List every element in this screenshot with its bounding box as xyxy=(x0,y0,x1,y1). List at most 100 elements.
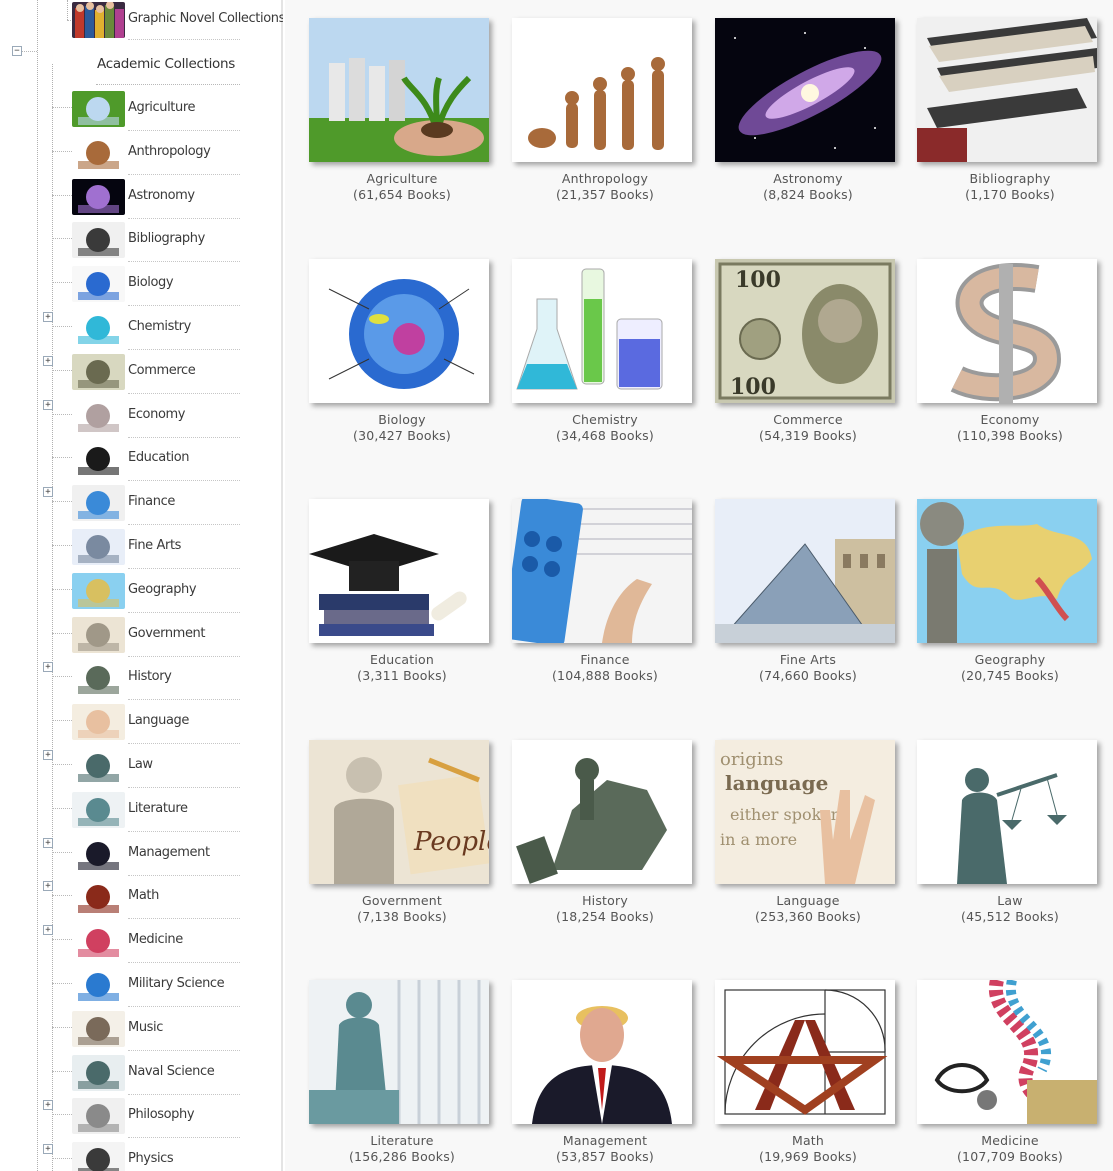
collection-title[interactable]: Fine Arts xyxy=(715,652,901,667)
expand-economy-toggle[interactable]: + xyxy=(43,399,53,410)
anthropology-image[interactable] xyxy=(512,18,692,162)
collection-title[interactable]: History xyxy=(512,893,698,908)
chemistry-image[interactable] xyxy=(512,259,692,403)
collection-title[interactable]: Agriculture xyxy=(309,171,495,186)
collection-book-count: (107,709 Books) xyxy=(956,1149,1064,1164)
tree-branch xyxy=(52,983,72,984)
expand-history-toggle[interactable]: + xyxy=(43,662,53,673)
tree-branch xyxy=(52,676,72,678)
tree-item-physics[interactable]: Physics xyxy=(72,1138,240,1171)
collection-title[interactable]: Biology xyxy=(309,412,495,427)
tree-item-commerce[interactable]: Commerce xyxy=(72,350,240,394)
tree-item-geography[interactable]: Geography xyxy=(72,569,240,613)
tree-item-education[interactable]: Education xyxy=(72,437,240,482)
fine-arts-image[interactable] xyxy=(715,499,895,643)
tree-branch xyxy=(52,1158,72,1160)
expand-law-toggle[interactable]: + xyxy=(43,750,53,760)
collections-tree: − Graphic Novel Collections Academic Col… xyxy=(0,0,283,1171)
tree-item-agriculture[interactable]: Agriculture xyxy=(72,87,240,131)
collection-title[interactable]: Bibliography xyxy=(917,171,1103,186)
tree-branch xyxy=(52,851,72,853)
law-image[interactable] xyxy=(917,740,1097,884)
collection-title[interactable]: Government xyxy=(309,893,495,908)
collapse-section-toggle[interactable]: − xyxy=(12,46,22,56)
collection-title[interactable]: Chemistry xyxy=(512,412,698,427)
tree-item-naval-science[interactable]: Naval Science xyxy=(72,1051,240,1095)
collection-title[interactable]: Education xyxy=(309,652,495,667)
tree-item-math[interactable]: Math xyxy=(72,875,240,920)
expand-management-toggle[interactable]: + xyxy=(43,837,53,848)
management-image[interactable] xyxy=(512,980,692,1124)
expand-philosophy-toggle[interactable]: + xyxy=(43,1100,53,1111)
collection-title[interactable]: Medicine xyxy=(917,1133,1103,1148)
collection-title[interactable]: Math xyxy=(715,1133,901,1148)
tree-item-management[interactable]: Management xyxy=(72,832,240,876)
collection-title[interactable]: Anthropology xyxy=(512,171,698,186)
tree-item-bibliography[interactable]: Bibliography xyxy=(72,218,240,263)
tree-item-literature[interactable]: Literature xyxy=(72,788,240,832)
expand-medicine-toggle[interactable]: + xyxy=(43,925,53,936)
literature-illustration xyxy=(309,980,489,1124)
tree-item-label: Bibliography xyxy=(128,231,205,247)
agriculture-image[interactable] xyxy=(309,18,489,162)
expand-physics-toggle[interactable]: + xyxy=(43,1144,53,1155)
collection-title[interactable]: Language xyxy=(715,893,901,908)
collection-title[interactable]: Management xyxy=(512,1133,698,1148)
tree-branch xyxy=(52,457,72,459)
language-thumbnail xyxy=(72,704,125,741)
tree-item-economy[interactable]: Economy xyxy=(72,394,240,438)
collection-title[interactable]: Law xyxy=(917,893,1103,908)
graphic-novel-thumbnail xyxy=(72,2,125,38)
tree-item-finance[interactable]: Finance xyxy=(72,481,240,526)
tree-item-language[interactable]: Language xyxy=(72,700,240,745)
tree-item-medicine[interactable]: Medicine xyxy=(72,919,240,964)
commerce-illustration: 100 100 xyxy=(715,259,895,403)
bibliography-image[interactable] xyxy=(917,18,1097,162)
tree-item-history[interactable]: History xyxy=(72,656,240,701)
expand-math-toggle[interactable]: + xyxy=(43,881,53,892)
expand-commerce-toggle[interactable]: + xyxy=(43,355,53,366)
biology-image[interactable] xyxy=(309,259,489,403)
finance-image[interactable] xyxy=(512,499,692,643)
tree-item-label: Philosophy xyxy=(128,1107,195,1123)
math-image[interactable] xyxy=(715,980,895,1124)
tree-item-fine-arts[interactable]: Fine Arts xyxy=(72,525,240,569)
collection-title[interactable]: Geography xyxy=(917,652,1103,667)
collection-title[interactable]: Finance xyxy=(512,652,698,667)
tree-item-law[interactable]: Law xyxy=(72,744,240,788)
education-image[interactable] xyxy=(309,499,489,643)
tree-item-graphic-novel[interactable]: Graphic Novel Collections xyxy=(72,0,283,40)
tree-item-chemistry[interactable]: Chemistry xyxy=(72,306,240,350)
collection-title[interactable]: Literature xyxy=(309,1133,495,1148)
agriculture-thumbnail xyxy=(72,91,125,127)
tree-item-astronomy[interactable]: Astronomy xyxy=(72,175,240,219)
government-image[interactable]: People xyxy=(309,740,489,884)
language-image[interactable]: origins language either spoken in a more xyxy=(715,740,895,884)
tree-item-government[interactable]: Government xyxy=(72,613,240,657)
geography-image[interactable] xyxy=(917,499,1097,643)
history-image[interactable] xyxy=(512,740,692,884)
tree-item-label: Finance xyxy=(128,494,175,510)
tree-item-label: Fine Arts xyxy=(128,538,182,553)
expand-chemistry-toggle[interactable]: + xyxy=(43,312,53,322)
tree-item-label: History xyxy=(128,669,172,685)
tree-item-military-science[interactable]: Military Science xyxy=(72,963,240,1007)
astronomy-image[interactable] xyxy=(715,18,895,162)
tree-item-music[interactable]: Music xyxy=(72,1007,240,1051)
collection-title[interactable]: Economy xyxy=(917,412,1103,427)
collection-book-count: (1,170 Books) xyxy=(965,187,1055,202)
literature-image[interactable] xyxy=(309,980,489,1124)
tree-item-philosophy[interactable]: Philosophy xyxy=(72,1094,240,1139)
collection-book-count: (253,360 Books) xyxy=(754,909,862,924)
expand-finance-toggle[interactable]: + xyxy=(43,487,53,498)
section-title-academic-collections[interactable]: Academic Collections xyxy=(97,56,235,72)
collection-title[interactable]: Astronomy xyxy=(715,171,901,186)
tree-branch xyxy=(52,194,72,196)
tree-item-anthropology[interactable]: Anthropology xyxy=(72,131,240,175)
military-science-thumbnail xyxy=(72,967,125,1003)
commerce-image[interactable]: 100 100 xyxy=(715,259,895,403)
economy-image[interactable] xyxy=(917,259,1097,403)
tree-item-biology[interactable]: Biology xyxy=(72,262,240,307)
medicine-image[interactable] xyxy=(917,980,1097,1124)
collection-title[interactable]: Commerce xyxy=(715,412,901,427)
